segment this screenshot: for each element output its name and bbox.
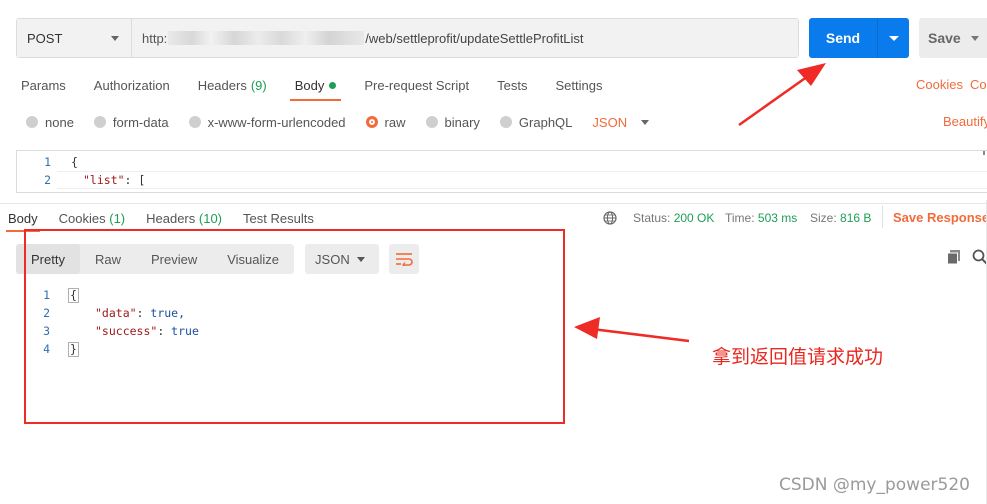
request-tabs: Params Authorization Headers (9) Body Pre… [16, 70, 625, 101]
radio-raw[interactable]: raw [365, 115, 406, 130]
response-size: Size: 816 B [810, 211, 872, 225]
meta-separator [882, 206, 883, 228]
radio-x-www-form-urlencoded[interactable]: x-www-form-urlencoded [188, 115, 346, 130]
cookies-link[interactable]: Cookies [916, 77, 963, 92]
response-status: Status: 200 OK [633, 211, 715, 225]
response-time: Time: 503 ms [725, 211, 798, 225]
url-redacted-host [168, 31, 365, 45]
tab-body[interactable]: Body [289, 70, 342, 101]
tab-headers[interactable]: Headers (9) [193, 70, 272, 100]
tab-params[interactable]: Params [16, 70, 71, 100]
radio-binary[interactable]: binary [425, 115, 480, 130]
tab-response-cookies[interactable]: Cookies (1) [59, 211, 125, 226]
tab-test-results[interactable]: Test Results [243, 211, 314, 226]
editor-scrollbar[interactable] [983, 151, 985, 155]
radio-circle [499, 116, 512, 128]
method-label: POST [27, 30, 63, 46]
chevron-down-icon [111, 36, 119, 41]
annotation-highlight-box [24, 229, 565, 424]
annotation-text: 拿到返回值请求成功 [712, 346, 884, 368]
radio-circle [188, 116, 201, 128]
response-tabs: Body Cookies (1) Headers (10) Test Resul… [6, 206, 335, 232]
copy-icon[interactable] [946, 249, 962, 265]
headers-count: (9) [250, 77, 267, 93]
send-label: Send [825, 30, 861, 46]
tab-authorization[interactable]: Authorization [89, 70, 175, 100]
radio-circle [93, 116, 106, 128]
save-label: Save [928, 30, 961, 46]
url-input[interactable]: http: /web/settleprofit/updateSettleProf… [132, 19, 798, 57]
tab-response-body[interactable]: Body [6, 211, 40, 232]
chevron-down-icon [888, 35, 899, 41]
radio-circle [26, 116, 38, 128]
url-scheme: http: [142, 30, 168, 46]
response-divider [0, 203, 987, 204]
request-bar: POST http: /web/settleprofit/updateSettl… [16, 18, 799, 58]
chevron-down-icon [641, 119, 650, 125]
size-value: 816 B [840, 211, 872, 225]
request-body-editor[interactable]: 1 { 2 "list": [ [16, 150, 987, 193]
tab-tests[interactable]: Tests [492, 70, 532, 100]
watermark: CSDN @my_power520 [779, 475, 970, 495]
line-number: 2 [44, 173, 51, 187]
radio-circle-checked [365, 116, 378, 128]
status-value: 200 OK [673, 211, 715, 225]
radio-none[interactable]: none [26, 115, 74, 130]
body-type-radios: none form-data x-www-form-urlencoded raw… [26, 112, 650, 132]
tab-settings[interactable]: Settings [550, 70, 607, 100]
body-indicator-dot [329, 81, 337, 89]
save-response-button[interactable]: Save Response [893, 210, 987, 225]
radio-form-data[interactable]: form-data [93, 115, 169, 130]
radio-graphql[interactable]: GraphQL [499, 115, 572, 130]
radio-circle [425, 116, 438, 128]
chevron-down-icon [970, 35, 979, 41]
code-link[interactable]: Coc [970, 77, 987, 92]
url-path: /web/settleprofit/updateSettleProfitList [365, 30, 584, 46]
time-value: 503 ms [757, 211, 798, 225]
active-line-highlight [57, 171, 987, 189]
body-format-select[interactable]: JSON [592, 115, 650, 130]
method-select[interactable]: POST [17, 19, 132, 57]
beautify-link[interactable]: Beautify [943, 114, 987, 129]
globe-icon[interactable] [603, 211, 617, 225]
search-icon[interactable] [972, 249, 987, 265]
tab-response-headers[interactable]: Headers (10) [146, 211, 222, 226]
send-options-button[interactable] [877, 18, 909, 58]
save-button[interactable]: Save [919, 18, 987, 58]
send-button[interactable]: Send [809, 18, 909, 58]
line-number: 1 [44, 155, 51, 169]
tab-pre-request-script[interactable]: Pre-request Script [359, 70, 474, 100]
